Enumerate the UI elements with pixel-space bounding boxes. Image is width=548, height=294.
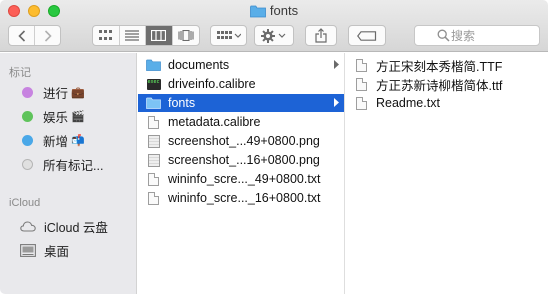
chevron-right-icon	[44, 29, 52, 42]
font-file-icon	[354, 58, 369, 72]
list-item[interactable]: 方正宋刻本秀楷简.TTF	[346, 56, 548, 74]
sidebar-tag-entertainment[interactable]: 娱乐 🎬	[0, 105, 136, 127]
sidebar-item-label: 所有标记...	[43, 158, 104, 173]
grid-icon	[99, 30, 113, 40]
cover-flow-icon	[178, 30, 194, 41]
list-item[interactable]: 方正苏新诗柳楷简体.ttf	[346, 75, 548, 93]
sidebar-section-tags: 标记	[9, 67, 31, 79]
sidebar-all-tags[interactable]: 所有标记...	[0, 153, 136, 175]
item-name: documents	[168, 58, 230, 72]
disclosure-arrow-icon	[334, 60, 339, 69]
sidebar-item-label: 娱乐	[43, 110, 69, 125]
item-name: 方正苏新诗柳楷简体.ttf	[376, 78, 503, 93]
columns-icon	[151, 30, 167, 41]
document-icon	[354, 96, 369, 110]
purple-tag-icon	[22, 86, 33, 98]
list-item[interactable]: driveinfo.calibre	[138, 75, 344, 93]
briefcase-icon: 💼	[71, 86, 85, 99]
list-item[interactable]: screenshot_...16+0800.png	[138, 151, 344, 169]
image-file-icon	[146, 153, 161, 167]
font-file-icon	[354, 77, 369, 91]
edit-tags-button[interactable]	[348, 25, 386, 46]
window-title: fonts	[0, 3, 548, 21]
sidebar-tag-in-progress[interactable]: 进行 💼	[0, 81, 136, 103]
item-name: screenshot_...16+0800.png	[168, 153, 320, 167]
item-name: wininfo_scre..._49+0800.txt	[168, 172, 321, 186]
folder-icon	[146, 96, 161, 110]
desktop-icon	[20, 243, 36, 257]
all-tags-icon	[22, 158, 33, 170]
executable-icon	[146, 77, 161, 91]
sidebar: 标记 进行 💼 娱乐 🎬 新增 📬 所有标记... iCloud iCloud …	[0, 53, 137, 294]
forward-button[interactable]	[35, 26, 60, 45]
column-view-button[interactable]	[146, 26, 173, 45]
view-mode-group	[92, 25, 200, 46]
arrange-icon	[216, 30, 241, 39]
sidebar-item-label: 桌面	[44, 244, 70, 259]
item-name: driveinfo.calibre	[168, 77, 256, 91]
sidebar-item-desktop[interactable]: 桌面	[0, 239, 136, 261]
item-name: 方正宋刻本秀楷简.TTF	[376, 59, 503, 74]
list-item[interactable]: metadata.calibre	[138, 113, 344, 131]
chevron-left-icon	[17, 29, 25, 42]
gear-icon	[261, 28, 286, 43]
action-button[interactable]	[254, 25, 294, 46]
clapper-icon: 🎬	[71, 110, 85, 123]
arrange-button[interactable]	[210, 25, 247, 46]
document-icon	[146, 172, 161, 186]
folder-icon	[250, 5, 266, 21]
share-icon	[315, 28, 327, 43]
item-name: wininfo_scre..._16+0800.txt	[168, 191, 321, 205]
share-button[interactable]	[305, 25, 337, 46]
item-name: metadata.calibre	[168, 115, 261, 129]
sidebar-item-label: 新增	[43, 134, 69, 149]
search-placeholder: 搜索	[451, 29, 476, 43]
icon-view-button[interactable]	[93, 26, 120, 45]
title-bar: fonts 搜索	[0, 0, 548, 52]
item-name: Readme.txt	[376, 96, 440, 110]
item-name: screenshot_...49+0800.png	[168, 134, 320, 148]
blue-tag-icon	[22, 134, 33, 146]
back-button[interactable]	[9, 26, 35, 45]
sidebar-tag-new[interactable]: 新增 📬	[0, 129, 136, 151]
list-icon	[125, 30, 140, 41]
mailbox-icon: 📬	[71, 134, 85, 147]
search-icon	[437, 29, 450, 45]
document-icon	[146, 115, 161, 129]
document-icon	[146, 191, 161, 205]
folder-icon	[146, 58, 161, 72]
tag-icon	[357, 30, 377, 41]
cover-flow-button[interactable]	[173, 26, 199, 45]
sidebar-item-label: iCloud 云盘	[44, 220, 108, 235]
list-item[interactable]: documents	[138, 56, 344, 74]
green-tag-icon	[22, 110, 33, 122]
list-item[interactable]: wininfo_scre..._49+0800.txt	[138, 170, 344, 188]
list-item-selected[interactable]: fonts	[138, 94, 344, 112]
finder-window: fonts 搜索 标记 进行 💼 娱乐 🎬 新增 📬 所有标记... iClou…	[0, 0, 548, 294]
browser-column-1: documents driveinfo.calibre fonts metada…	[138, 53, 345, 294]
list-item[interactable]: screenshot_...49+0800.png	[138, 132, 344, 150]
sidebar-item-label: 进行	[43, 86, 69, 101]
list-item[interactable]: Readme.txt	[346, 94, 548, 112]
list-item[interactable]: wininfo_scre..._16+0800.txt	[138, 189, 344, 207]
item-name: fonts	[168, 96, 196, 110]
cloud-icon	[20, 220, 36, 232]
nav-buttons	[8, 25, 61, 46]
window-title-text: fonts	[269, 3, 299, 18]
image-file-icon	[146, 134, 161, 148]
disclosure-arrow-icon	[334, 98, 339, 107]
list-view-button[interactable]	[120, 26, 146, 45]
search-field[interactable]: 搜索	[414, 25, 540, 46]
sidebar-section-icloud: iCloud	[9, 197, 41, 209]
browser-column-2: 方正宋刻本秀楷简.TTF 方正苏新诗柳楷简体.ttf Readme.txt	[346, 53, 548, 294]
sidebar-item-icloud-drive[interactable]: iCloud 云盘	[0, 215, 136, 237]
